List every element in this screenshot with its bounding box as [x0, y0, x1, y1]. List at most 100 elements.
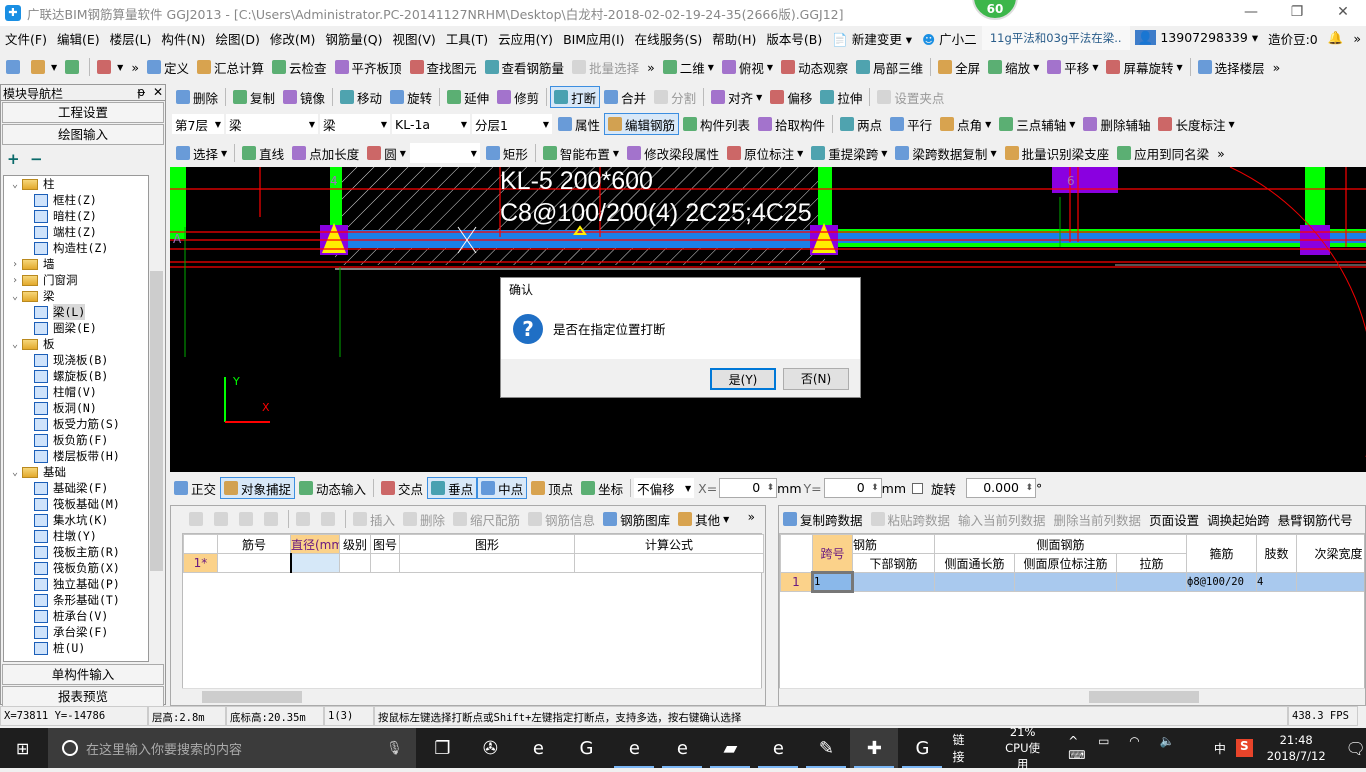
column-header[interactable]: 跨号 [812, 534, 853, 573]
chevron-down-icon[interactable]: ▼ [1176, 63, 1182, 72]
edge-icon[interactable]: e [610, 728, 658, 768]
table-cell[interactable] [289, 553, 340, 573]
column-header[interactable]: 筋号 [217, 534, 291, 554]
more-button[interactable]: » [1348, 31, 1366, 46]
horizontal-scrollbar[interactable] [182, 688, 762, 704]
ie-icon[interactable]: e [658, 728, 706, 768]
delete-axis-button[interactable]: 删除辅轴 [1079, 113, 1154, 135]
merge-button[interactable]: 合并 [600, 86, 650, 108]
chevron-down-icon[interactable]: ⌄ [8, 179, 22, 190]
news-ticker[interactable]: 11g平法和03g平法在梁.. [981, 26, 1130, 50]
re-span-button[interactable]: 重提梁跨 ▼ [807, 142, 891, 164]
minimize-button[interactable]: — [1228, 0, 1274, 26]
chevron-down-icon[interactable]: ▼ [797, 149, 803, 158]
y-input[interactable]: 0 [823, 478, 882, 498]
file-explorer-icon[interactable]: ▰ [706, 728, 754, 768]
tree-item[interactable]: 独立基础(P) [4, 576, 148, 592]
rebar-library-button[interactable]: 钢筋图库 [599, 508, 674, 530]
delete-button[interactable]: 删除 [172, 86, 222, 108]
grip-button[interactable]: 设置夹点 [873, 86, 948, 108]
restore-button[interactable]: ❐ [1274, 0, 1320, 26]
column-header[interactable]: 图号 [370, 534, 400, 554]
column-header[interactable]: 侧面原位标注筋 [1014, 553, 1117, 573]
menu-item[interactable]: 视图(V) [387, 29, 440, 48]
more-button[interactable]: 悬臂钢筋代号 [1274, 508, 1357, 530]
copy-button[interactable]: 复制 [229, 86, 279, 108]
chevron-down-icon[interactable]: ▼ [51, 63, 57, 72]
save-button[interactable] [61, 56, 86, 78]
prev-button[interactable] [210, 508, 235, 530]
no-button[interactable]: 否(N) [783, 368, 849, 390]
copy-span-button[interactable]: 复制跨数据 [779, 508, 867, 530]
orbit-button[interactable]: 动态观察 [777, 56, 852, 78]
more-button[interactable]: 调换起始跨 [1203, 508, 1274, 530]
tree-item[interactable]: 筏板主筋(R) [4, 544, 148, 560]
tree-item[interactable]: 板负筋(F) [4, 432, 148, 448]
menu-item[interactable]: 编辑(E) [52, 29, 105, 48]
circle-button[interactable]: 圆 ▼ [363, 142, 410, 164]
chevron-down-icon[interactable]: ▼ [767, 63, 773, 72]
new-file-button[interactable] [2, 56, 27, 78]
top-view-button[interactable]: 俯视 ▼ [718, 56, 777, 78]
chevron-down-icon[interactable]: ▼ [723, 515, 729, 524]
insert-button[interactable]: 插入 [349, 508, 399, 530]
rebar-info-button[interactable]: 钢筋信息 [524, 508, 599, 530]
tree-item[interactable]: 柱墩(Y) [4, 528, 148, 544]
more-button[interactable]: » [748, 510, 755, 524]
tree-item[interactable]: 端柱(Z) [4, 224, 148, 240]
apply-same-button[interactable]: 应用到同名梁 [1113, 142, 1213, 164]
perpendicular-button[interactable]: 垂点 [427, 477, 478, 499]
ime-indicator[interactable]: 中 [1214, 740, 1226, 757]
drawing-input-button[interactable]: 绘图输入 [2, 124, 164, 145]
column-header[interactable]: 图形 [399, 534, 575, 554]
chevron-down-icon[interactable]: ⌄ [8, 339, 22, 350]
bell-icon[interactable]: 🔔 [1323, 30, 1349, 46]
taskbar-search[interactable]: 在这里输入你要搜索的内容 🎙 [48, 728, 417, 768]
tree-item[interactable]: 暗柱(Z) [4, 208, 148, 224]
object-snap-button[interactable]: 对象捕捉 [220, 477, 296, 499]
menu-item[interactable]: 文件(F) [0, 29, 52, 48]
more-button[interactable]: » [127, 56, 143, 78]
parallel-button[interactable]: 平行 [886, 113, 936, 135]
split-button[interactable]: 分割 [650, 86, 700, 108]
menu-item[interactable]: BIM应用(I) [558, 29, 630, 48]
tree-folder[interactable]: ⌄ 基础 [4, 464, 148, 480]
rectangle-button[interactable]: 矩形 [482, 142, 532, 164]
more-button[interactable]: » [1213, 142, 1229, 164]
more-button[interactable]: » [1269, 56, 1285, 78]
chevron-down-icon[interactable]: ▼ [990, 149, 996, 158]
single-component-input-button[interactable]: 单构件输入 [2, 664, 164, 685]
shape-select[interactable]: ▼ [409, 143, 480, 163]
tree-item[interactable]: 现浇板(B) [4, 352, 148, 368]
sigma-button[interactable]: 汇总计算 [193, 56, 268, 78]
move-button[interactable]: 移动 [336, 86, 386, 108]
menu-item[interactable]: 云应用(Y) [493, 29, 558, 48]
tree-item[interactable]: 条形基础(T) [4, 592, 148, 608]
2d-button[interactable]: 二维 ▼ [659, 56, 718, 78]
tree-item[interactable]: 板受力筋(S) [4, 416, 148, 432]
dynamic-input-button[interactable]: 动态输入 [295, 477, 370, 499]
chevron-down-icon[interactable]: ▼ [400, 149, 406, 158]
table-cell[interactable]: ф8@100/20 [1186, 572, 1258, 592]
new-change-menu[interactable]: 📄 新建变更 ▾ [827, 29, 917, 48]
menu-item[interactable]: 楼层(L) [105, 29, 157, 48]
table-cell[interactable] [852, 572, 935, 592]
floor-select[interactable]: 梁 ▼ [226, 114, 318, 134]
rotate-button[interactable]: 旋转 [386, 86, 436, 108]
tree-item[interactable]: 楼层板带(H) [4, 448, 148, 464]
menu-item[interactable]: 钢筋量(Q) [320, 29, 387, 48]
line-button[interactable]: 直线 [238, 142, 288, 164]
chevron-down-icon[interactable]: ▼ [1092, 63, 1098, 72]
collapse-all-button[interactable]: − [30, 150, 43, 168]
tree-folder[interactable]: ⌄ 板 [4, 336, 148, 352]
edit-rebar-button[interactable]: 编辑钢筋 [604, 113, 680, 135]
open-folder-button[interactable]: ▼ [27, 56, 61, 78]
select-floor-button[interactable]: 选择楼层 [1194, 56, 1269, 78]
down-button[interactable] [317, 508, 342, 530]
more-button[interactable]: 页面设置 [1145, 508, 1203, 530]
column-header[interactable]: 次梁宽度 [1296, 534, 1364, 573]
properties-button[interactable]: 属性 [554, 113, 604, 135]
tree-folder[interactable]: › 墙 [4, 256, 148, 272]
length-dim-button[interactable]: 长度标注 ▼ [1154, 113, 1238, 135]
batch-select-button[interactable]: 批量选择 [568, 56, 643, 78]
